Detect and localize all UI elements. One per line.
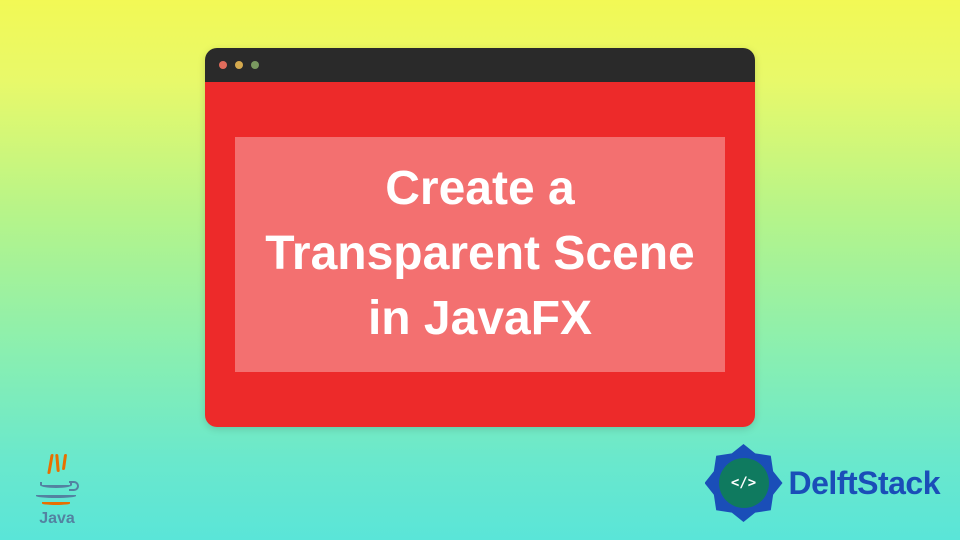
delftstack-brand-text: DelftStack — [789, 465, 941, 502]
java-logo: Java — [22, 458, 92, 528]
close-icon — [219, 61, 227, 69]
delftstack-logo: </> DelftStack — [705, 444, 941, 522]
java-cup-icon — [32, 458, 82, 508]
code-brackets-icon: </> — [719, 458, 769, 508]
java-label: Java — [39, 510, 75, 528]
mock-window: Create a Transparent Scene in JavaFX — [205, 48, 755, 427]
minimize-icon — [235, 61, 243, 69]
maximize-icon — [251, 61, 259, 69]
delftstack-emblem-icon: </> — [705, 444, 783, 522]
title-highlight: Create a Transparent Scene in JavaFX — [235, 137, 725, 371]
window-body: Create a Transparent Scene in JavaFX — [205, 82, 755, 427]
window-titlebar — [205, 48, 755, 82]
page-title: Create a Transparent Scene in JavaFX — [263, 157, 697, 351]
